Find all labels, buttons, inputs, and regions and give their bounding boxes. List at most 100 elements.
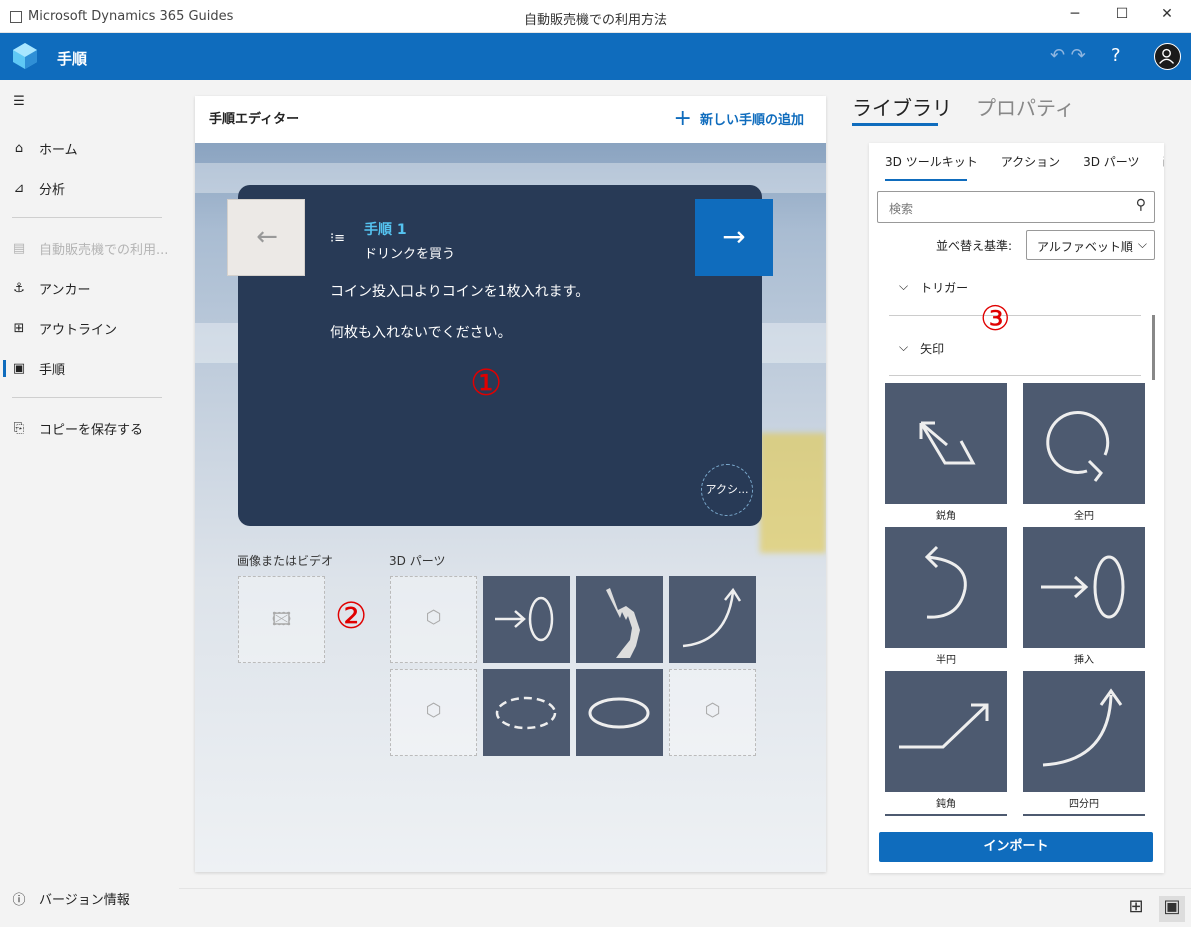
part-dashed-ring[interactable] [483, 669, 570, 756]
part-slot-empty[interactable]: ⬡ [390, 576, 477, 663]
cube-placeholder-icon: ⬡ [425, 607, 442, 628]
sidebar-item-label: ホーム [39, 142, 78, 158]
obtuse-arrow-icon [899, 703, 989, 749]
library-item-acute[interactable] [885, 383, 1007, 504]
person-icon [1159, 48, 1175, 64]
chevron-down-icon: ⌵ [899, 340, 909, 354]
media-slot[interactable]: 🖾 [238, 576, 325, 663]
sidebar-item-home[interactable]: ⌂ ホーム [0, 133, 179, 163]
add-step-button[interactable]: + 新しい手順の追加 [673, 105, 804, 131]
chevron-down-icon: ⌵ [1137, 237, 1147, 251]
sidebar-item-anchor[interactable]: ⚓ アンカー [0, 273, 179, 303]
item-caption: 挿入 [1074, 655, 1094, 666]
subtab-3d-toolkit[interactable]: 3D ツールキット [885, 153, 978, 170]
annotation-2: ② [335, 596, 368, 637]
subtab-images[interactable]: 画像 [1163, 153, 1164, 170]
avatar[interactable] [1154, 43, 1181, 70]
step-instruction-line1[interactable]: コイン投入口よりコインを1枚入れます。 [330, 281, 589, 301]
list-icon: ⁝≡ [330, 231, 346, 246]
divider [885, 814, 1007, 816]
help-button[interactable]: ? [1111, 45, 1121, 66]
save-icon: ⎘ [13, 420, 25, 436]
maximize-button[interactable]: ☐ [1107, 6, 1137, 22]
item-caption: 鋭角 [936, 511, 956, 522]
sidebar-item-label: コピーを保存する [39, 422, 144, 438]
tab-library[interactable]: ライブラリ [852, 92, 952, 121]
sidebar-item-label: 自動販売機での利用... [39, 242, 169, 258]
step-view-icon[interactable]: ▣ [1159, 896, 1185, 922]
app-header: 手順 ↶ ↷ ? [0, 33, 1191, 80]
sidebar-item-step[interactable]: ▣ 手順 [0, 353, 179, 383]
sort-dropdown[interactable]: アルファベット順 ⌵ [1026, 230, 1155, 260]
menu-icon: ☰ [13, 93, 25, 109]
search-input[interactable]: 検索 ⚲ [877, 191, 1155, 223]
minimize-button[interactable]: ─ [1060, 6, 1090, 22]
part-slot-empty[interactable]: ⬡ [669, 669, 756, 756]
dashed-ring-icon [495, 696, 557, 730]
image-placeholder-icon: 🖾 [271, 609, 292, 630]
item-caption: 鈍角 [936, 799, 956, 810]
item-caption: 四分円 [1069, 799, 1099, 810]
previous-step-button[interactable]: ← [227, 199, 305, 276]
action-button[interactable]: アクシ... [701, 464, 753, 516]
editor-title: 手順エディター [209, 112, 300, 127]
window-titlebar: Microsoft Dynamics 365 Guides 自動販売機での利用方… [0, 0, 1191, 33]
library-item-obtuse[interactable] [885, 671, 1007, 792]
cube-placeholder-icon: ⬡ [425, 700, 442, 721]
next-step-button[interactable]: → [695, 199, 773, 276]
sidebar: ☰ ⌂ ホーム ⊿ 分析 ▤ 自動販売機での利用... ⚓ アンカー ⊞ アウト… [0, 80, 179, 927]
library-item-semicircle[interactable] [885, 527, 1007, 648]
sidebar-item-outline[interactable]: ⊞ アウトライン [0, 313, 179, 343]
status-bar: ⊞ ▣ [179, 888, 1191, 927]
import-button[interactable]: インポート [879, 832, 1153, 862]
undo-redo-icon[interactable]: ↶ ↷ [1050, 45, 1086, 66]
arrow-right-icon: → [722, 220, 746, 253]
subtab-3d-parts[interactable]: 3D パーツ [1083, 153, 1139, 170]
hamburger-menu[interactable]: ☰ [0, 86, 179, 116]
background-machine [760, 433, 826, 553]
part-ring[interactable] [576, 669, 663, 756]
semicircle-arrow-icon [924, 545, 967, 619]
plus-icon: + [673, 105, 692, 131]
sidebar-item-version[interactable]: ⓘ バージョン情報 [0, 883, 179, 913]
divider [12, 217, 162, 218]
part-insert-arrow[interactable] [483, 576, 570, 663]
library-subtabs: 3D ツールキット アクション 3D パーツ 画像 [885, 153, 1164, 170]
step-instruction-line2[interactable]: 何枚も入れないでください。 [330, 322, 512, 342]
grid-view-icon[interactable]: ⊞ [1123, 896, 1149, 922]
chevron-down-icon: ⌵ [899, 279, 909, 293]
step-icon: ▣ [12, 360, 26, 376]
section-arrows[interactable]: ⌵ 矢印 [899, 340, 944, 357]
library-item-quarter-circle[interactable] [1023, 671, 1145, 792]
tab-properties[interactable]: プロパティ [976, 92, 1075, 121]
sidebar-item-label: アンカー [39, 282, 91, 298]
cube-placeholder-icon: ⬡ [704, 700, 721, 721]
home-icon: ⌂ [14, 140, 24, 156]
sidebar-item-label: 分析 [39, 182, 66, 198]
library-pane: 3D ツールキット アクション 3D パーツ 画像 検索 ⚲ 並べ替え基準: ア… [869, 143, 1164, 873]
sidebar-item-label: アウトライン [39, 322, 118, 338]
part-quarter-arrow[interactable] [669, 576, 756, 663]
full-circle-arrow-icon [1046, 410, 1110, 482]
library-item-insert[interactable] [1023, 527, 1145, 648]
sidebar-item-analytics[interactable]: ⊿ 分析 [0, 173, 179, 203]
close-button[interactable]: ✕ [1152, 6, 1182, 22]
page-title: 手順 [57, 50, 88, 68]
part-hand[interactable] [576, 576, 663, 663]
insert-arrow-icon [1041, 555, 1125, 619]
scrollbar[interactable] [1152, 315, 1155, 380]
subtab-actions[interactable]: アクション [1001, 153, 1060, 170]
search-icon: ⚲ [1135, 197, 1146, 213]
section-triggers[interactable]: ⌵ トリガー [899, 279, 968, 296]
acute-arrow-icon [919, 421, 976, 465]
divider [1023, 814, 1145, 816]
part-slot-empty[interactable]: ⬡ [390, 669, 477, 756]
step-editor: 手順エディター + 新しい手順の追加 ⁝≡ 手順 1 ドリンクを買う コイン投入… [195, 96, 826, 872]
sidebar-item-save-copy[interactable]: ⎘ コピーを保存する [0, 413, 179, 443]
active-tab-indicator [852, 123, 938, 126]
step-card[interactable]: ⁝≡ 手順 1 ドリンクを買う コイン投入口よりコインを1枚入れます。 何枚も入… [238, 185, 762, 526]
curved-arrow-icon [682, 587, 742, 648]
sidebar-item-guide: ▤ 自動販売機での利用... [0, 233, 179, 263]
step-title[interactable]: ドリンクを買う [364, 243, 455, 262]
library-item-full-circle[interactable] [1023, 383, 1145, 504]
